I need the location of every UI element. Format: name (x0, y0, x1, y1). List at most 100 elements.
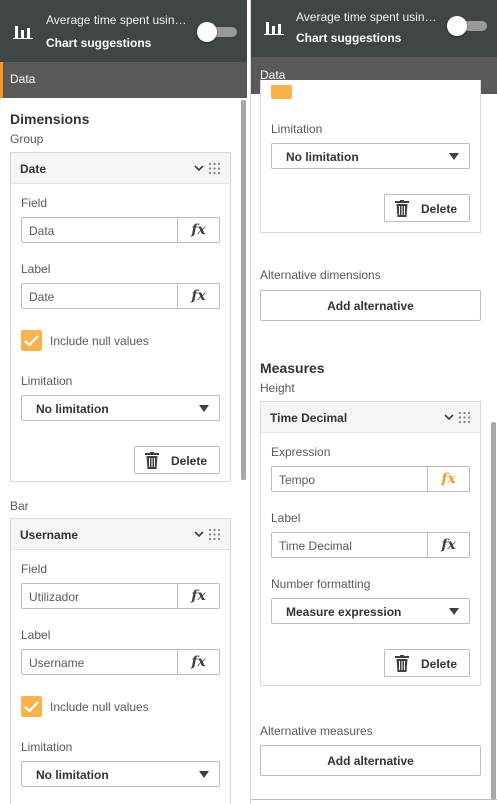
field-value: Data (29, 224, 55, 238)
group-label: Group (10, 132, 44, 146)
expression-value: Tempo (279, 473, 316, 487)
chart-title: Average time spent usin… (296, 10, 437, 24)
chart-suggestions-toggle[interactable] (197, 22, 239, 42)
chart-suggestions-label: Chart suggestions (46, 36, 152, 50)
chart-suggestions-toggle[interactable] (447, 16, 489, 36)
field-value: Utilizador (29, 590, 80, 604)
label-input[interactable]: Username fx (21, 649, 220, 675)
toggle-knob (197, 22, 217, 42)
add-alternative-dimension-button[interactable]: Add alternative (260, 290, 481, 321)
toggle-knob (447, 16, 467, 36)
panel-bottom-border (251, 799, 497, 800)
scrollbar-thumb[interactable] (241, 100, 246, 480)
panel-header: Average time spent usin… Chart suggestio… (0, 0, 247, 62)
alternative-measures-label: Alternative measures (260, 724, 373, 738)
expression-label: Expression (271, 445, 331, 459)
label-value: Date (29, 290, 55, 304)
height-label: Height (260, 381, 295, 395)
delete-button-label: Delete (421, 657, 458, 671)
dimension-name: Date (20, 162, 47, 176)
delete-button-label: Delete (421, 202, 458, 216)
drag-handle-icon[interactable] (458, 411, 471, 424)
label-value: Username (29, 656, 85, 670)
bar-chart-icon (13, 26, 33, 39)
field-label: Field (21, 562, 48, 576)
include-null-checkbox[interactable] (21, 696, 42, 717)
caret-down-icon (449, 153, 459, 160)
dimension-card-continued: Limitation No limitation Delete (260, 80, 481, 233)
checkmark-icon (24, 701, 39, 713)
chevron-down-icon[interactable] (194, 529, 204, 539)
expression-editor-button[interactable]: fx (427, 467, 469, 491)
field-label: Field (21, 196, 48, 210)
label-label: Label (21, 262, 51, 276)
expression-editor-button[interactable]: fx (177, 650, 219, 674)
caret-down-icon (199, 771, 209, 778)
dimension-name: Username (20, 528, 79, 542)
label-label: Label (271, 511, 301, 525)
tab-data[interactable]: Data (10, 72, 35, 86)
data-tab-bar: Data (0, 62, 247, 98)
add-alternative-label: Add alternative (327, 754, 414, 768)
bar-chart-icon (264, 22, 284, 35)
expression-editor-button[interactable]: fx (177, 218, 219, 242)
number-formatting-dropdown[interactable]: Measure expression (271, 598, 470, 624)
scrollbar-thumb[interactable] (491, 422, 496, 800)
limitation-label: Limitation (271, 122, 323, 136)
add-alternative-label: Add alternative (327, 299, 414, 313)
label-input[interactable]: Time Decimal fx (271, 532, 470, 558)
limitation-value: No limitation (286, 150, 359, 164)
include-null-checkbox[interactable] (271, 85, 292, 99)
delete-button[interactable]: Delete (134, 446, 220, 474)
chart-title: Average time spent usin… (46, 13, 187, 27)
limitation-label: Limitation (21, 740, 73, 754)
chevron-down-icon[interactable] (194, 163, 204, 173)
chevron-down-icon[interactable] (444, 412, 454, 422)
dimension-card-username: Username Field Utilizador fx Label Usern… (10, 518, 231, 804)
drag-handle-icon[interactable] (208, 528, 221, 541)
include-null-checkbox[interactable] (21, 330, 42, 351)
label-label: Label (21, 628, 51, 642)
limitation-value: No limitation (36, 768, 109, 782)
delete-button[interactable]: Delete (384, 194, 470, 222)
field-input[interactable]: Data fx (21, 217, 220, 243)
measure-name: Time Decimal (270, 411, 348, 425)
limitation-dropdown[interactable]: No limitation (21, 761, 220, 787)
trash-icon (395, 655, 409, 672)
dimensions-title: Dimensions (10, 111, 90, 127)
bar-label: Bar (10, 499, 29, 513)
number-formatting-label: Number formatting (271, 577, 371, 591)
delete-button[interactable]: Delete (384, 649, 470, 677)
properties-panel-left: Average time spent usin… Chart suggestio… (0, 0, 247, 804)
add-alternative-measure-button[interactable]: Add alternative (260, 745, 481, 776)
chart-suggestions-label: Chart suggestions (296, 31, 402, 45)
limitation-dropdown[interactable]: No limitation (21, 395, 220, 421)
label-input[interactable]: Date fx (21, 283, 220, 309)
expression-editor-button[interactable]: fx (177, 584, 219, 608)
expression-input[interactable]: Tempo fx (271, 466, 470, 492)
field-input[interactable]: Utilizador fx (21, 583, 220, 609)
caret-down-icon (449, 608, 459, 615)
properties-panel-right: Average time spent usin… Chart suggestio… (250, 0, 497, 804)
caret-down-icon (199, 405, 209, 412)
expression-editor-button[interactable]: fx (177, 284, 219, 308)
alternative-dimensions-label: Alternative dimensions (260, 268, 381, 282)
label-value: Time Decimal (279, 539, 352, 553)
include-null-label: Include null values (50, 700, 149, 714)
include-null-label: Include null values (50, 334, 149, 348)
drag-handle-icon[interactable] (208, 162, 221, 175)
limitation-dropdown[interactable]: No limitation (271, 143, 470, 169)
expression-editor-button[interactable]: fx (427, 533, 469, 557)
limitation-value: No limitation (36, 402, 109, 416)
panel-header: Average time spent usin… Chart suggestio… (251, 0, 497, 57)
checkmark-icon (24, 335, 39, 347)
active-tab-indicator (0, 62, 3, 98)
measure-card-header[interactable]: Time Decimal (261, 402, 480, 433)
trash-icon (395, 200, 409, 217)
measure-card-time-decimal: Time Decimal Expression Tempo fx Label T… (260, 401, 481, 686)
dimension-card-date: Date Field Data fx Label Date fx Include… (10, 152, 231, 482)
dimension-card-header[interactable]: Date (11, 153, 230, 184)
dimension-card-header[interactable]: Username (11, 519, 230, 550)
measures-title: Measures (260, 360, 325, 376)
number-formatting-value: Measure expression (286, 605, 402, 619)
